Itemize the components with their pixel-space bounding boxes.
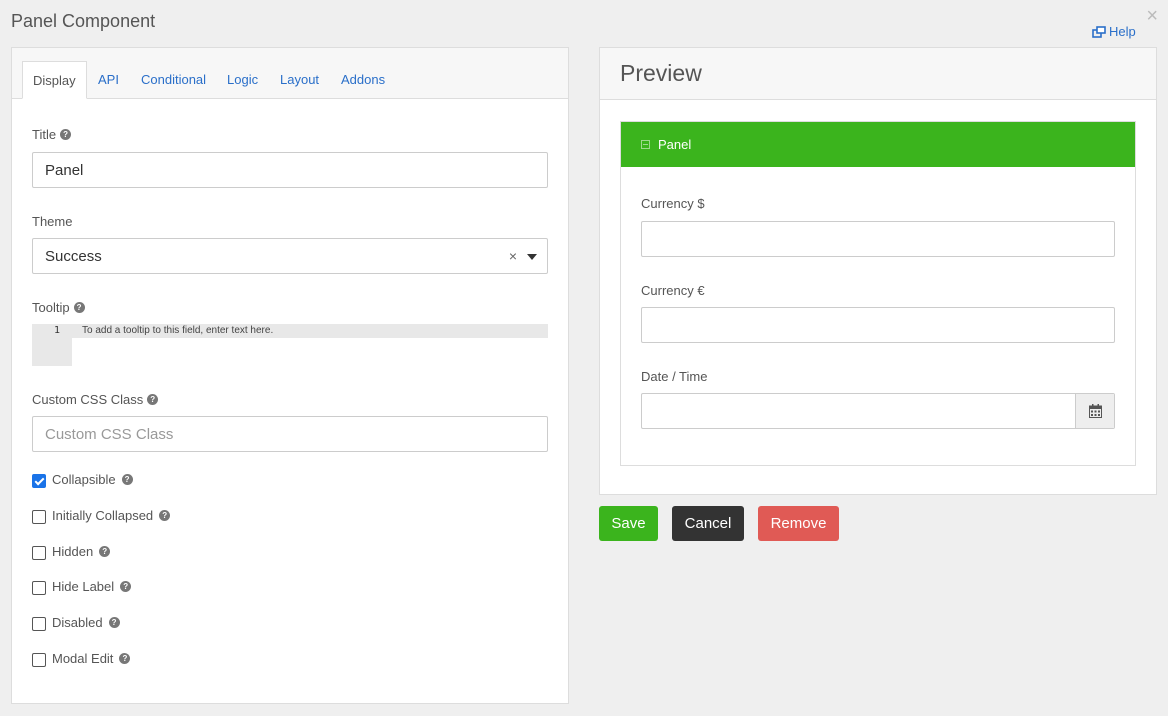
title-input[interactable]: Panel [32, 152, 548, 188]
disabled-checkbox[interactable] [32, 616, 46, 631]
hidden-checkbox-row[interactable]: Hidden ? [32, 544, 111, 560]
clear-icon[interactable]: × [509, 248, 517, 264]
calendar-icon [1088, 404, 1102, 418]
save-button[interactable]: Save [599, 506, 658, 541]
css-class-input[interactable]: Custom CSS Class [32, 416, 548, 452]
hide-label-checkbox[interactable] [32, 580, 46, 595]
disabled-checkbox-row[interactable]: Disabled ? [32, 615, 120, 631]
tooltip-label-text: Tooltip [32, 300, 70, 315]
help-icon[interactable]: ? [147, 394, 159, 405]
tooltip-label: Tooltip ? [32, 300, 85, 315]
tab-addons[interactable]: Addons [341, 61, 385, 99]
theme-select[interactable]: Success × [32, 238, 548, 274]
title-input-value: Panel [45, 161, 84, 179]
currency-eur-input[interactable] [641, 307, 1115, 343]
initially-collapsed-checkbox[interactable] [32, 509, 46, 524]
tab-logic[interactable]: Logic [227, 61, 258, 99]
chevron-down-icon[interactable] [527, 254, 537, 260]
checkbox-label: Hide Label [52, 579, 115, 594]
panel-header[interactable]: Panel [621, 122, 1135, 167]
tab-layout[interactable]: Layout [280, 61, 319, 99]
checkbox-label: Initially Collapsed [52, 508, 154, 523]
help-icon[interactable]: ? [108, 617, 120, 628]
tab-display[interactable]: Display [22, 61, 87, 99]
help-label: Help [1109, 24, 1136, 39]
help-icon[interactable]: ? [99, 546, 111, 557]
line-number: 1 [53, 325, 60, 336]
checkbox-label: Collapsible [52, 472, 116, 487]
tab-conditional[interactable]: Conditional [141, 61, 206, 99]
modal-edit-checkbox[interactable] [32, 652, 46, 667]
help-link[interactable]: Help [1092, 24, 1136, 39]
theme-label: Theme [32, 214, 72, 229]
tab-bar: Display API Conditional Logic Layout Add… [12, 48, 568, 99]
collapsible-checkbox[interactable] [32, 473, 46, 488]
tooltip-placeholder: To add a tooltip to this field, enter te… [82, 325, 274, 336]
css-class-label: Custom CSS Class ? [32, 392, 159, 407]
help-icon[interactable]: ? [73, 302, 85, 313]
collapse-icon[interactable] [641, 140, 650, 149]
title-label-text: Title [32, 127, 57, 142]
currency-usd-input[interactable] [641, 221, 1115, 257]
help-icon[interactable]: ? [60, 129, 72, 140]
date-time-label: Date / Time [641, 369, 708, 384]
date-time-input[interactable] [641, 393, 1115, 429]
currency-usd-label: Currency $ [641, 196, 705, 211]
help-icon[interactable]: ? [120, 581, 132, 592]
title-label: Title ? [32, 127, 72, 142]
hide-label-checkbox-row[interactable]: Hide Label ? [32, 579, 132, 595]
css-class-placeholder: Custom CSS Class [45, 425, 174, 443]
css-class-label-text: Custom CSS Class [32, 392, 144, 407]
hidden-checkbox[interactable] [32, 545, 46, 560]
panel-title: Panel [658, 137, 692, 152]
preview-card: Preview Panel Currency $ Currency € Date… [599, 47, 1157, 495]
calendar-button[interactable] [1075, 394, 1114, 428]
settings-card: Display API Conditional Logic Layout Add… [11, 47, 569, 704]
dialog-title: Panel Component [11, 11, 156, 31]
help-icon[interactable]: ? [159, 510, 171, 521]
tab-api[interactable]: API [98, 61, 119, 99]
collapsible-checkbox-row[interactable]: Collapsible ? [32, 472, 133, 488]
theme-select-value: Success [45, 247, 102, 265]
checkbox-label: Disabled [52, 615, 103, 630]
checkbox-label: Modal Edit [52, 651, 114, 666]
close-icon[interactable]: × [1146, 6, 1158, 26]
currency-eur-label: Currency € [641, 283, 705, 298]
preview-heading: Preview [600, 48, 1156, 100]
checkbox-label: Hidden [52, 544, 94, 559]
help-icon[interactable]: ? [121, 474, 133, 485]
theme-label-text: Theme [32, 214, 73, 229]
modal-edit-checkbox-row[interactable]: Modal Edit ? [32, 651, 131, 667]
initially-collapsed-checkbox-row[interactable]: Initially Collapsed ? [32, 508, 171, 524]
preview-panel: Panel Currency $ Currency € Date / Time [620, 121, 1136, 466]
help-icon[interactable]: ? [119, 653, 131, 664]
tooltip-editor[interactable]: 1 To add a tooltip to this field, enter … [32, 324, 548, 366]
remove-button[interactable]: Remove [758, 506, 839, 541]
cancel-button[interactable]: Cancel [672, 506, 744, 541]
external-link-icon [1092, 25, 1106, 38]
